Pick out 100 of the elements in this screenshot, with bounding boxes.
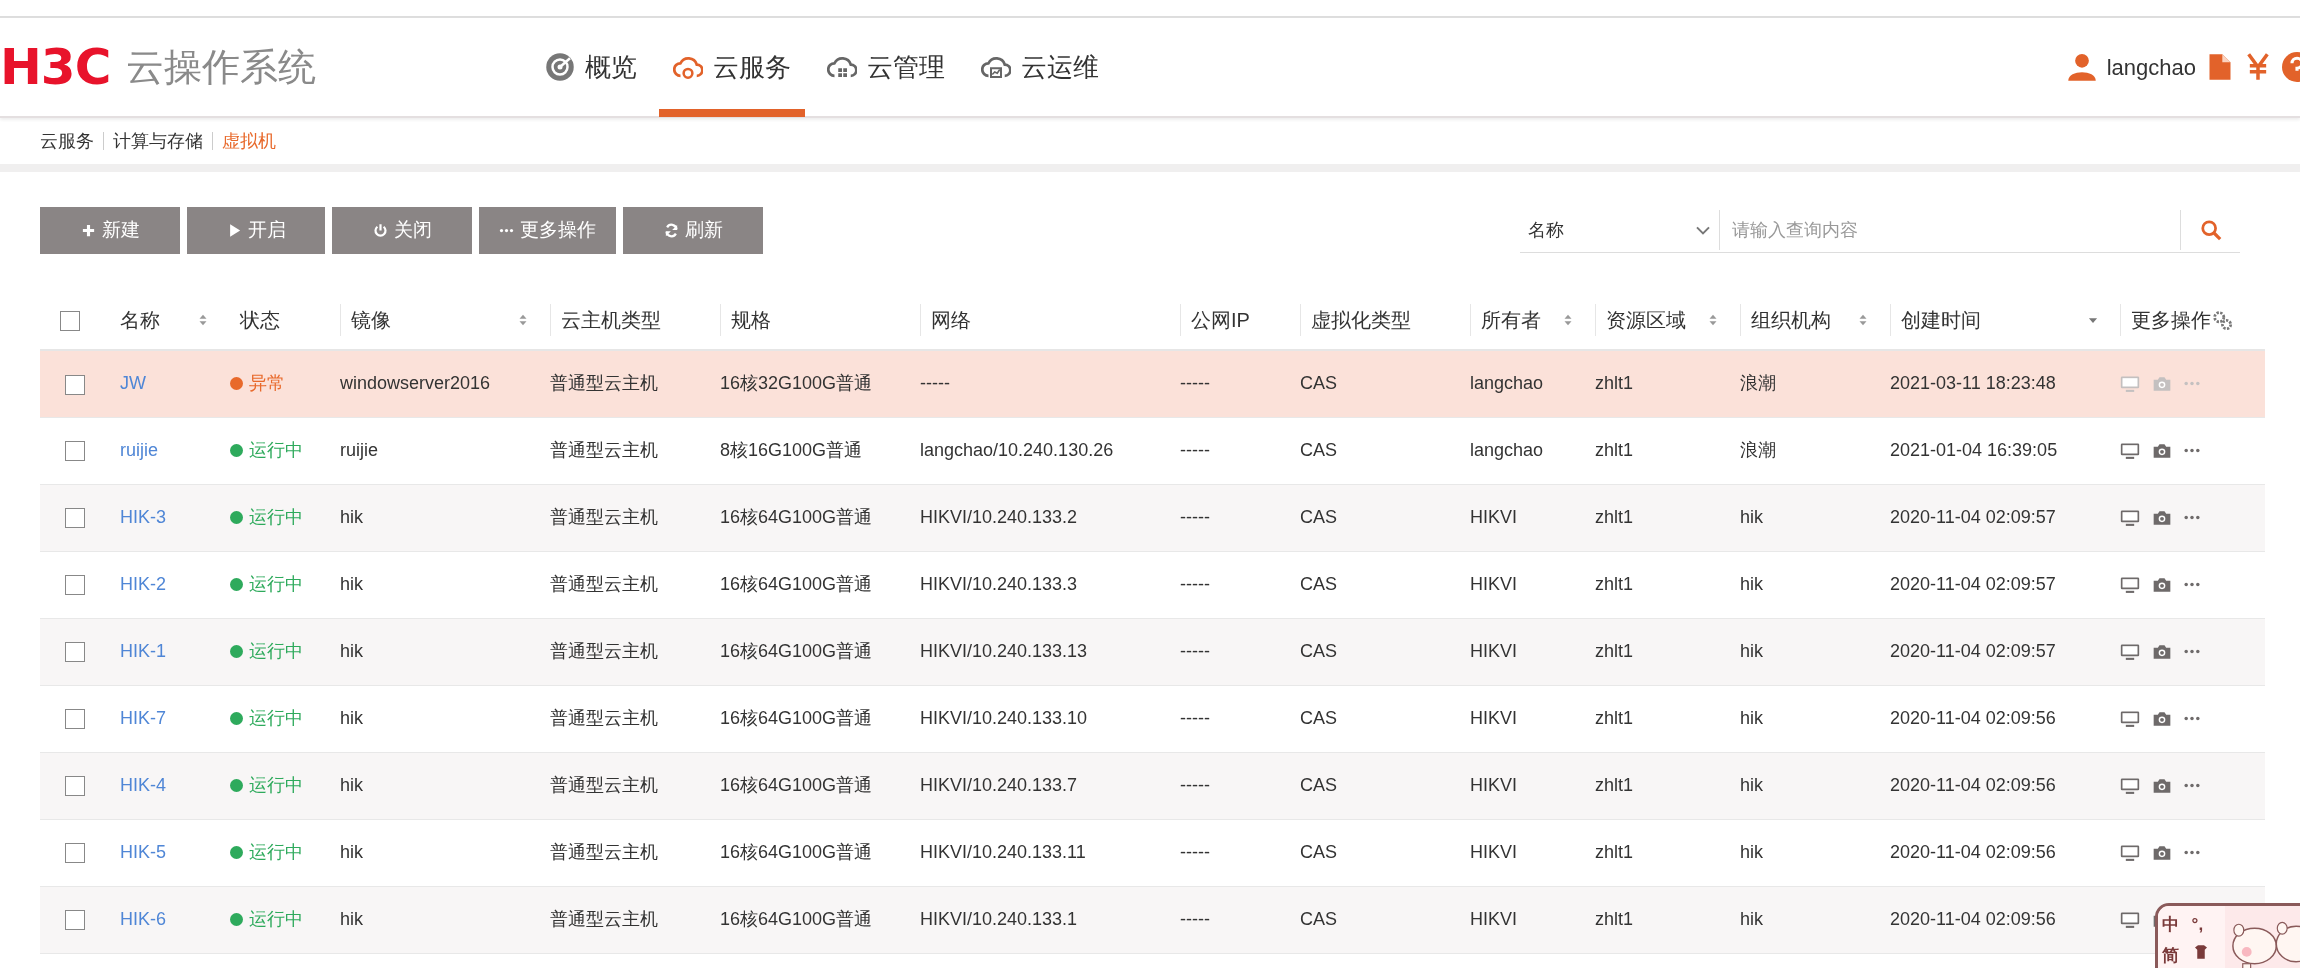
table-cell: HIKVI/10.240.133.7 xyxy=(920,775,1078,795)
table-cell: zhlt1 xyxy=(1595,708,1634,728)
column-header: 网络 xyxy=(931,307,971,333)
table-cell: ----- xyxy=(1180,708,1210,728)
table-cell: 16核64G100G普通 xyxy=(720,574,873,594)
table-cell: zhlt1 xyxy=(1595,842,1634,862)
table-cell: hik xyxy=(1740,708,1763,728)
row-checkbox[interactable] xyxy=(65,374,85,395)
status-label: 异常 xyxy=(249,371,285,395)
table-cell: 16核64G100G普通 xyxy=(720,708,873,728)
table-cell: 2020-11-04 02:09:56 xyxy=(1890,909,2056,929)
vm-name-link[interactable]: HIK-3 xyxy=(120,507,166,527)
vm-name-link[interactable]: HIK-5 xyxy=(120,842,166,862)
column-header: 更多操作 xyxy=(2131,307,2211,333)
status-label: 运行中 xyxy=(249,706,303,730)
table-cell: ----- xyxy=(1180,373,1210,394)
row-checkbox[interactable] xyxy=(65,508,85,529)
table-cell: HIKVI/10.240.133.13 xyxy=(920,641,1088,661)
vm-name-link[interactable]: HIK-1 xyxy=(120,641,166,661)
nav-tab[interactable]: 云管理 xyxy=(813,17,960,117)
table-cell: 普通型云主机 xyxy=(550,641,658,661)
status-label: 运行中 xyxy=(249,907,303,931)
yen-icon xyxy=(2244,52,2272,82)
brand-logo: H3C xyxy=(0,42,111,92)
row-checkbox[interactable] xyxy=(65,575,85,596)
nav-tab[interactable]: 概览 xyxy=(531,17,652,117)
more-icon xyxy=(2184,515,2200,520)
vm-name-link[interactable]: JW xyxy=(120,373,146,394)
refresh-icon xyxy=(663,223,679,238)
table-cell: HIKVI/10.240.133.11 xyxy=(920,842,1086,862)
table-cell: CAS xyxy=(1300,574,1337,594)
vm-name-link[interactable]: HIK-4 xyxy=(120,775,166,795)
breadcrumb-link[interactable]: 虚拟机 xyxy=(222,127,276,155)
table-cell: 普通型云主机 xyxy=(550,708,658,728)
table-cell: CAS xyxy=(1300,507,1337,527)
table-cell: CAS xyxy=(1300,842,1337,862)
table-cell: HIKVI xyxy=(1470,909,1517,929)
column-header: 规格 xyxy=(731,307,771,333)
table-cell: zhlt1 xyxy=(1595,909,1634,929)
vm-name-link[interactable]: HIK-7 xyxy=(120,708,166,728)
toolbar-button[interactable]: 刷新 xyxy=(623,207,763,254)
table-cell: ----- xyxy=(1180,842,1210,862)
table-cell: 普通型云主机 xyxy=(550,574,658,594)
table-cell: 浪潮 xyxy=(1740,440,1776,460)
table-cell: HIKVI xyxy=(1470,641,1517,661)
vm-name-link[interactable]: HIK-6 xyxy=(120,909,166,929)
toolbar-button[interactable]: 更多操作 xyxy=(479,207,616,254)
nav-tab[interactable]: 云服务 xyxy=(659,17,806,117)
table-cell: hik xyxy=(340,574,363,594)
table-cell: 浪潮 xyxy=(1740,373,1776,394)
table-cell: 普通型云主机 xyxy=(550,775,658,795)
breadcrumb-link[interactable]: 计算与存储 xyxy=(113,127,203,155)
ime-script-key[interactable]: 简 xyxy=(2162,943,2192,968)
table-cell: 2020-11-04 02:09:57 xyxy=(1890,507,2056,527)
toolbar-button[interactable]: 开启 xyxy=(187,207,325,254)
table-cell: HIKVI xyxy=(1470,842,1517,862)
row-checkbox[interactable] xyxy=(65,709,85,730)
table-cell: langchao/10.240.130.26 xyxy=(920,440,1114,460)
column-header: 状态 xyxy=(240,307,280,333)
table-cell: ----- xyxy=(1180,909,1210,929)
search-icon xyxy=(2199,219,2222,241)
row-checkbox[interactable] xyxy=(65,441,85,462)
power-icon xyxy=(372,223,388,238)
more-icon xyxy=(2184,716,2200,721)
nav-tab[interactable]: 云运维 xyxy=(967,17,1114,117)
table-cell: 普通型云主机 xyxy=(550,842,658,862)
row-checkbox[interactable] xyxy=(65,642,85,663)
table-cell: hik xyxy=(340,708,363,728)
column-header: 云主机类型 xyxy=(561,307,661,333)
vm-name-link[interactable]: ruijie xyxy=(120,440,158,460)
user-name[interactable]: langchao xyxy=(2106,50,2196,84)
row-checkbox[interactable] xyxy=(65,843,85,864)
brand-title: 云操作系统 xyxy=(126,44,317,90)
row-checkbox[interactable] xyxy=(65,776,85,797)
breadcrumb-link[interactable]: 云服务 xyxy=(40,127,94,155)
table-cell: 8核16G100G普通 xyxy=(720,440,863,460)
column-header: 虚拟化类型 xyxy=(1311,307,1411,333)
toolbar-button[interactable]: 新建 xyxy=(40,207,180,254)
toolbar-button[interactable]: 关闭 xyxy=(332,207,472,254)
select-all-checkbox[interactable] xyxy=(60,311,80,332)
row-checkbox[interactable] xyxy=(65,910,85,931)
table-cell: hik xyxy=(1740,775,1763,795)
vm-name-link[interactable]: HIK-2 xyxy=(120,574,166,594)
status-label: 运行中 xyxy=(249,639,303,663)
column-header: 公网IP xyxy=(1191,307,1250,333)
table-cell: zhlt1 xyxy=(1595,641,1634,661)
table-cell: 普通型云主机 xyxy=(550,507,658,527)
ime-punct-key[interactable]: °, xyxy=(2191,912,2222,943)
table-cell: CAS xyxy=(1300,440,1337,460)
table-cell: zhlt1 xyxy=(1595,373,1634,394)
table-cell: HIKVI/10.240.133.2 xyxy=(920,507,1078,527)
table-cell: ----- xyxy=(1180,641,1210,661)
ime-mode-key[interactable]: 中 xyxy=(2162,912,2192,943)
table-cell: hik xyxy=(340,641,363,661)
table-cell: ----- xyxy=(1180,440,1210,460)
column-header: 名称 xyxy=(120,307,160,333)
more-icon xyxy=(2184,582,2200,587)
column-header: 镜像 xyxy=(351,307,391,333)
status-label: 运行中 xyxy=(249,572,303,596)
table-cell: langchao xyxy=(1470,440,1544,460)
